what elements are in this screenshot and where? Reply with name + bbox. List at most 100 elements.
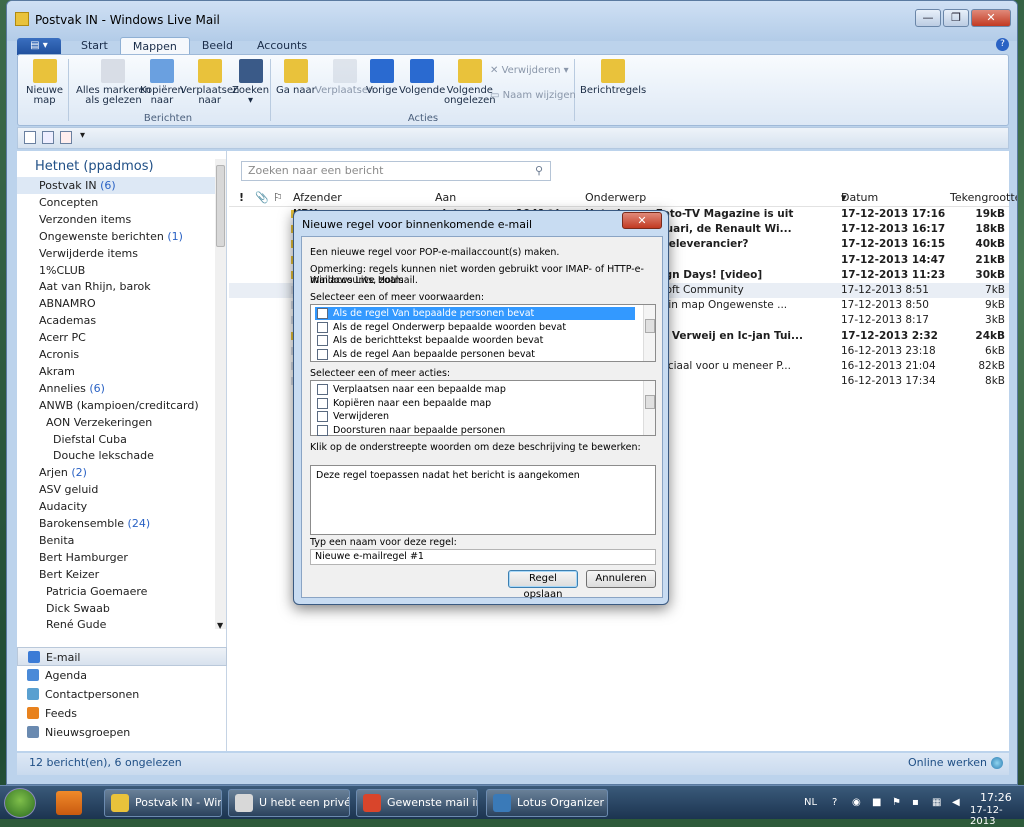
clock-date[interactable]: 17-12-2013 [970, 805, 1024, 827]
folder-item[interactable]: Acerr PC [17, 329, 217, 346]
ribbon-button-5[interactable]: Ga naar [276, 59, 316, 96]
ribbon-button-8[interactable]: Volgende [399, 59, 445, 96]
folder-item[interactable]: René Gude [17, 616, 217, 633]
tray-icon-2[interactable]: ■ [872, 797, 881, 808]
column-tekengrootte[interactable]: Tekengrootte [950, 189, 1017, 207]
conditions-item[interactable]: Als de regel Onderwerp bepaalde woorden … [315, 321, 635, 334]
folder-item[interactable]: Barokensemble (24) [17, 515, 217, 532]
save-rule-button[interactable]: Regel opslaan [508, 570, 578, 600]
checkbox[interactable] [317, 397, 328, 409]
conditions-scrollbar[interactable] [643, 305, 655, 361]
folder-item[interactable]: Douche lekschade [17, 447, 217, 464]
actions-item[interactable]: Doorsturen naar bepaalde personen [315, 424, 635, 437]
dialog-close-button[interactable]: ✕ [622, 212, 662, 229]
delete-button[interactable]: ✕ Verwijderen ▾ [490, 65, 569, 76]
ribbon-button-0[interactable]: Nieuwe map [26, 59, 63, 106]
priority-column-icon[interactable]: ! [239, 189, 244, 207]
tab-beeld[interactable]: Beeld [190, 37, 245, 55]
conditions-item[interactable]: Als de berichttekst bepaalde woorden bev… [315, 334, 635, 347]
clock-time[interactable]: 17:26 [980, 791, 1012, 804]
tab-accounts[interactable]: Accounts [245, 37, 319, 55]
column-aan[interactable]: Aan [435, 189, 456, 207]
folder-item[interactable]: Arjen (2) [17, 464, 217, 481]
folder-item[interactable]: Verzonden items [17, 211, 217, 228]
folder-item[interactable]: Annelies (6) [17, 380, 217, 397]
taskbar-item[interactable]: Postvak IN - Wind... [104, 789, 222, 817]
folder-item[interactable]: Bert Hamburger [17, 549, 217, 566]
folder-item[interactable]: Akram [17, 363, 217, 380]
actions-item[interactable]: Verplaatsen naar een bepaalde map [315, 383, 635, 396]
search-input[interactable]: Zoeken naar een bericht [241, 161, 551, 181]
folder-item[interactable]: Dick Swaab [17, 600, 217, 617]
checkbox[interactable] [317, 321, 328, 333]
rename-button[interactable]: ▭ Naam wijzigen [490, 90, 576, 101]
ribbon-button-4[interactable]: Zoeken ▾ [232, 59, 269, 106]
taskbar-item[interactable]: Lotus Organizer - ... [486, 789, 608, 817]
checkbox[interactable] [317, 308, 328, 319]
checkbox[interactable] [317, 384, 328, 395]
conditions-item[interactable]: Als de regel Van bepaalde personen bevat [315, 307, 635, 320]
checkbox[interactable] [317, 411, 328, 422]
actions-scrollbar[interactable] [643, 381, 655, 435]
nav-newsgroups[interactable]: Nieuwsgroepen [17, 723, 227, 742]
checkbox[interactable] [317, 335, 328, 346]
tab-start[interactable]: Start [69, 37, 120, 55]
taskbar-item[interactable]: U hebt een privéb... [228, 789, 350, 817]
help-icon[interactable]: ? [996, 38, 1009, 51]
search-icon[interactable]: ⚲ [535, 164, 543, 177]
checkbox[interactable] [317, 348, 328, 360]
attachment-column-icon[interactable]: 📎 [255, 189, 269, 207]
conditions-item[interactable]: Als de regel Aan bepaalde personen bevat [315, 348, 635, 361]
nav-feeds[interactable]: Feeds [17, 704, 227, 723]
folder-item[interactable]: Academas [17, 312, 217, 329]
nav-calendar[interactable]: Agenda [17, 666, 227, 685]
rule-description[interactable]: Deze regel toepassen nadat het bericht i… [310, 465, 656, 535]
nav-email[interactable]: E-mail [17, 647, 227, 666]
close-button[interactable]: ✕ [971, 9, 1011, 27]
ribbon-button-10[interactable]: Berichtregels [580, 59, 646, 96]
new-message-icon[interactable] [24, 131, 36, 144]
folder-item[interactable]: AON Verzekeringen [17, 414, 217, 431]
column-onderwerp[interactable]: Onderwerp [585, 189, 646, 207]
ribbon-button-3[interactable]: Verplaatsen naar [180, 59, 239, 106]
account-name[interactable]: Hetnet (ppadmos) [35, 159, 154, 174]
taskbar-item[interactable]: Gewenste mail in ... [356, 789, 478, 817]
app-menu-button[interactable]: ▤ ▾ [17, 38, 61, 55]
folder-item[interactable]: ABNAMRO [17, 295, 217, 312]
actions-item[interactable]: Kopiëren naar een bepaalde map [315, 397, 635, 410]
checkbox[interactable] [317, 424, 328, 436]
cancel-button[interactable]: Annuleren [586, 570, 656, 588]
ribbon-button-9[interactable]: Volgende ongelezen [444, 59, 496, 106]
flag-column-icon[interactable]: ⚐ [273, 189, 283, 207]
ribbon-button-2[interactable]: Kopiëren naar [140, 59, 184, 106]
customize-qat-icon[interactable]: ▾ [80, 130, 85, 141]
folder-item[interactable]: Acronis [17, 346, 217, 363]
start-button[interactable] [4, 788, 36, 818]
folder-scrollbar[interactable] [215, 159, 226, 629]
network-icon[interactable]: ▦ [932, 797, 941, 808]
send-receive-icon[interactable] [60, 131, 72, 144]
actions-item[interactable]: Verwijderen [315, 410, 635, 423]
tray-icon-3[interactable]: ▪ [912, 797, 919, 808]
volume-icon[interactable]: ◀ [952, 797, 960, 808]
folder-item[interactable]: Ongewenste berichten (1) [17, 228, 217, 245]
maximize-button[interactable]: ❐ [943, 9, 969, 27]
ribbon-button-7[interactable]: Vorige [366, 59, 398, 96]
folder-item[interactable]: Patricia Goemaere [17, 583, 217, 600]
media-player-icon[interactable] [56, 791, 82, 815]
folder-item[interactable]: Concepten [17, 194, 217, 211]
folder-item[interactable]: ANWB (kampioen/creditcard) [17, 397, 217, 414]
language-indicator[interactable]: NL [804, 797, 817, 808]
rule-name-input[interactable]: Nieuwe e-mailregel #1 [310, 549, 656, 565]
column-afzender[interactable]: Afzender [293, 189, 342, 207]
reply-icon[interactable] [42, 131, 54, 144]
nav-contacts[interactable]: Contactpersonen [17, 685, 227, 704]
minimize-button[interactable]: — [915, 9, 941, 27]
flag-tray-icon[interactable]: ⚑ [892, 797, 901, 808]
folder-item[interactable]: Bert Keizer [17, 566, 217, 583]
help-tray-icon[interactable]: ? [832, 797, 837, 808]
folder-item[interactable]: Diefstal Cuba [17, 431, 217, 448]
online-status[interactable]: Online werken [908, 753, 987, 773]
tray-icon-1[interactable]: ◉ [852, 797, 861, 808]
tab-mappen[interactable]: Mappen [119, 37, 190, 55]
